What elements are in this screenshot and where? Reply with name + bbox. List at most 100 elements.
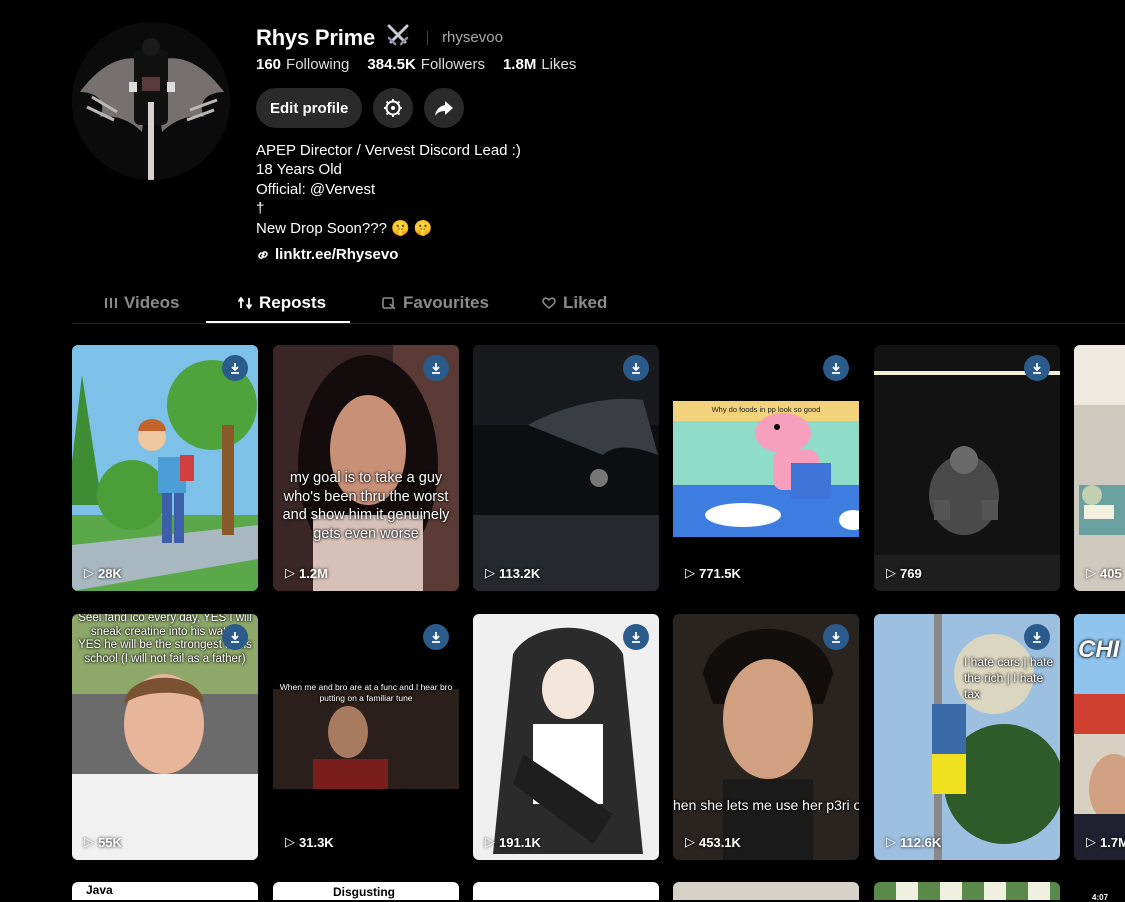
video-card[interactable]: [473, 882, 659, 900]
download-button[interactable]: [823, 624, 849, 650]
download-icon: [1033, 632, 1041, 643]
play-icon: ▷: [886, 834, 896, 849]
video-thumbnail: [273, 614, 459, 860]
video-card[interactable]: ▷ 28K: [72, 345, 258, 591]
stat-value: 160: [256, 56, 282, 73]
download-button[interactable]: [1024, 355, 1050, 381]
video-thumbnail: [874, 345, 1060, 591]
stat-followers[interactable]: 384.5K Followers: [367, 56, 485, 73]
video-caption: When me and bro are at a func and I hear…: [279, 682, 453, 703]
video-caption: Java: [86, 883, 113, 897]
play-icon: ▷: [285, 565, 295, 580]
bio-line: †: [256, 200, 265, 218]
video-card[interactable]: my goal is to take a guy who's been thru…: [273, 345, 459, 591]
video-card[interactable]: Disgusting: [273, 882, 459, 900]
view-count: ▷ 113.2K: [485, 565, 540, 581]
video-card[interactable]: [874, 882, 1060, 900]
video-card[interactable]: CHI ▷ 1.7M: [1074, 614, 1125, 860]
video-caption: I hate cars | hate the rich | I hate tax: [964, 655, 1054, 701]
download-button[interactable]: [222, 624, 248, 650]
play-icon: ▷: [84, 565, 94, 580]
download-button[interactable]: [222, 355, 248, 381]
video-thumbnail: [673, 345, 859, 591]
tab-favourites[interactable]: Favourites: [381, 284, 489, 322]
tab-label: Videos: [124, 293, 180, 312]
view-count: ▷ 191.1K: [485, 834, 541, 850]
view-count: ▷ 405: [1086, 565, 1122, 581]
username: rhysevoo: [442, 29, 503, 46]
profile-link[interactable]: linktr.ee/Rhysevo: [256, 246, 398, 263]
settings-button[interactable]: [373, 88, 414, 128]
video-thumbnail: [273, 345, 459, 591]
divider: [427, 30, 429, 45]
download-button[interactable]: [423, 355, 449, 381]
video-thumbnail: [673, 614, 859, 860]
video-card[interactable]: hen she lets me use her p3ri ood to reop…: [673, 614, 859, 860]
video-card[interactable]: I hate cars | hate the rich | I hate tax…: [874, 614, 1060, 860]
view-count-text: 405: [1100, 565, 1122, 581]
stat-likes: 1.8M Likes: [503, 56, 576, 73]
video-caption: CHI: [1078, 636, 1120, 663]
video-caption: hen she lets me use her p3ri ood to reop…: [673, 797, 859, 813]
view-count: ▷ 55K: [84, 834, 122, 850]
grid-icon: [105, 298, 117, 308]
download-icon: [231, 632, 239, 643]
download-button[interactable]: [623, 624, 649, 650]
video-card[interactable]: Java: [72, 882, 258, 900]
edit-profile-button[interactable]: Edit profile: [256, 88, 363, 128]
video-card[interactable]: When me and bro are at a func and I hear…: [273, 614, 459, 860]
stat-label: Following: [286, 56, 350, 73]
video-thumbnail: [72, 345, 258, 591]
view-count-text: 31.3K: [299, 834, 334, 850]
video-thumbnail: [473, 345, 659, 591]
tab-videos[interactable]: Videos: [104, 284, 179, 322]
video-card[interactable]: ▷ 769: [874, 345, 1060, 591]
bookmark-icon: [382, 297, 396, 310]
download-icon: [432, 363, 440, 374]
play-icon: ▷: [886, 565, 896, 580]
view-count: ▷ 31.3K: [285, 834, 334, 850]
stat-value: 384.5K: [367, 56, 416, 73]
video-card[interactable]: ▷ 405: [1074, 345, 1125, 591]
video-card[interactable]: [673, 882, 859, 900]
stat-following[interactable]: 160 Following: [256, 56, 349, 73]
play-icon: ▷: [1086, 565, 1096, 580]
heart-icon: [542, 297, 556, 310]
stat-value: 1.8M: [502, 56, 537, 73]
download-button[interactable]: [823, 355, 849, 381]
video-card[interactable]: Seel fand ico every day, YES I will snea…: [72, 614, 258, 860]
view-count-text: 453.1K: [699, 834, 741, 850]
stat-label: Likes: [541, 56, 577, 73]
link-icon: [258, 250, 268, 259]
video-caption: Why do foods in pp look so good: [711, 405, 821, 414]
download-icon: [832, 632, 840, 643]
view-count-text: 769: [900, 565, 922, 581]
avatar[interactable]: [72, 22, 230, 180]
view-count-text: 771.5K: [699, 565, 741, 581]
view-count: ▷ 771.5K: [685, 565, 741, 581]
crossed-swords-icon: [385, 22, 411, 53]
video-card[interactable]: Why do foods in pp look so good ▷ 771.5K: [673, 345, 859, 591]
video-thumbnail: [473, 614, 659, 860]
tab-reposts[interactable]: Reposts: [237, 284, 326, 322]
link-text: linktr.ee/Rhysevo: [275, 246, 399, 263]
share-button[interactable]: [424, 88, 465, 128]
download-button[interactable]: [1024, 624, 1050, 650]
view-count-text: 1.2M: [299, 565, 328, 581]
view-count: ▷ 769: [886, 565, 922, 581]
download-icon: [1033, 363, 1041, 374]
download-button[interactable]: [423, 624, 449, 650]
download-icon: [832, 363, 840, 374]
repost-icon: [237, 296, 253, 310]
download-icon: [231, 363, 239, 374]
video-caption: my goal is to take a guy who's been thru…: [282, 470, 450, 542]
download-button[interactable]: [623, 355, 649, 381]
bio: APEP Director / Vervest Discord Lead :) …: [256, 141, 521, 238]
video-caption: Disgusting: [333, 885, 395, 899]
tab-label: Liked: [563, 293, 608, 312]
video-card[interactable]: ▷ 191.1K: [473, 614, 659, 860]
tab-liked[interactable]: Liked: [541, 284, 607, 322]
profile-stats: 160 Following 384.5K Followers 1.8M Likes: [256, 56, 576, 73]
video-card[interactable]: ▷ 113.2K: [473, 345, 659, 591]
view-count: ▷ 112.6K: [886, 834, 941, 850]
